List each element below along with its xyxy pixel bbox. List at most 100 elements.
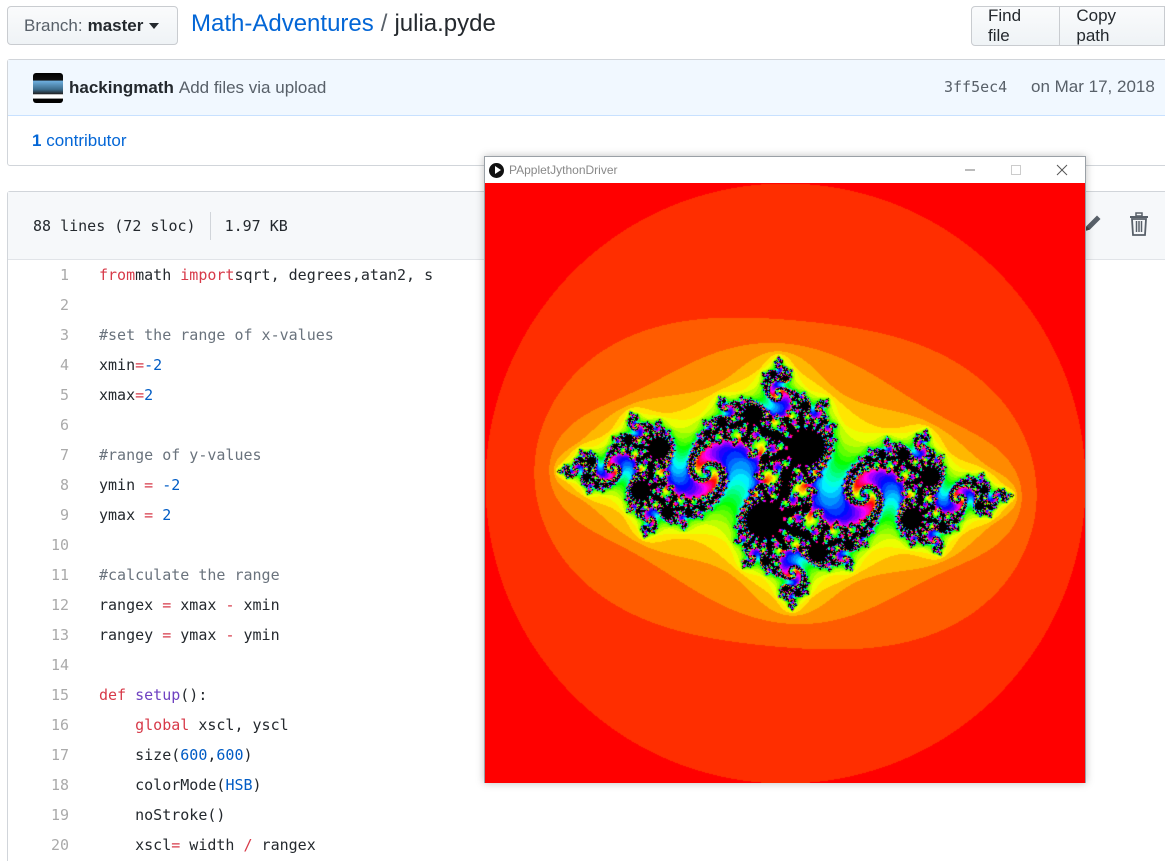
breadcrumb: Math-Adventures / julia.pyde — [191, 10, 496, 38]
code-token: #calculate the range — [99, 566, 280, 584]
line-number[interactable]: 3 — [8, 326, 69, 344]
line-content: rangex = xmax - xmin — [69, 596, 280, 614]
line-number[interactable]: 8 — [8, 476, 69, 494]
find-file-button[interactable]: Find file — [971, 6, 1061, 46]
line-number[interactable]: 10 — [8, 536, 69, 554]
line-content: colorMode(HSB) — [69, 776, 262, 794]
line-number[interactable]: 7 — [8, 446, 69, 464]
branch-selector[interactable]: Branch: master — [7, 6, 178, 45]
code-token: width — [180, 836, 244, 854]
line-number[interactable]: 16 — [8, 716, 69, 734]
code-token: 600 — [180, 746, 208, 764]
code-token: xmin — [234, 596, 280, 614]
code-token: setup — [135, 686, 181, 704]
line-content: global xscl, yscl — [69, 716, 289, 734]
code-token: ymin — [234, 626, 280, 644]
close-icon — [1056, 164, 1068, 176]
minimize-icon — [965, 169, 975, 171]
code-token: #range of y-values — [99, 446, 262, 464]
code-token: ymin — [99, 476, 145, 494]
repo-link[interactable]: Math-Adventures — [191, 10, 374, 38]
line-number[interactable]: 18 — [8, 776, 69, 794]
code-token: rangey — [99, 626, 163, 644]
code-token: xscl, yscl — [189, 716, 289, 734]
line-number[interactable]: 19 — [8, 806, 69, 824]
file-line-count: 88 lines (72 sloc) — [33, 216, 196, 235]
line-content: size(600,600) — [69, 746, 253, 764]
code-token: HSB — [225, 776, 253, 794]
line-number[interactable]: 11 — [8, 566, 69, 584]
line-content: #calculate the range — [69, 566, 280, 584]
line-number[interactable]: 6 — [8, 416, 69, 434]
code-token: size( — [99, 746, 181, 764]
sketch-window[interactable]: PAppletJythonDriver — [484, 156, 1086, 783]
code-line: 19 noStroke() — [8, 800, 1165, 830]
close-button[interactable] — [1039, 157, 1085, 183]
branch-value: master — [87, 15, 144, 35]
line-number[interactable]: 1 — [8, 266, 69, 284]
code-token: = — [162, 626, 172, 644]
code-token: import — [180, 266, 235, 284]
line-number[interactable]: 5 — [8, 386, 69, 404]
code-token: xmax — [171, 596, 226, 614]
copy-path-button[interactable]: Copy path — [1060, 6, 1165, 46]
code-token: ymax — [171, 626, 226, 644]
code-token: -2 — [144, 356, 163, 374]
sketch-window-titlebar[interactable]: PAppletJythonDriver — [485, 157, 1085, 183]
line-content: xmax=2 — [69, 386, 153, 404]
line-content: xscl= width / rangex — [69, 836, 316, 854]
line-content: ymax = 2 — [69, 506, 171, 524]
code-token: 2 — [153, 506, 172, 524]
line-content: xmin=-2 — [69, 356, 162, 374]
maximize-icon — [1011, 165, 1021, 175]
line-number[interactable]: 14 — [8, 656, 69, 674]
code-token: colorMode( — [99, 776, 226, 794]
breadcrumb-separator: / — [380, 10, 388, 37]
code-token: rangex — [99, 596, 163, 614]
code-token: = — [162, 596, 172, 614]
code-token: xmax — [99, 386, 136, 404]
code-token: 2 — [144, 386, 154, 404]
code-token: = — [135, 356, 145, 374]
minimize-button[interactable] — [947, 157, 993, 183]
line-number[interactable]: 17 — [8, 746, 69, 764]
line-number[interactable]: 9 — [8, 506, 69, 524]
avatar[interactable] — [33, 72, 63, 103]
line-number[interactable]: 4 — [8, 356, 69, 374]
code-line: 20 xscl= width / rangex — [8, 830, 1165, 860]
file-info-divider — [209, 211, 211, 240]
file-name: julia.pyde — [394, 10, 496, 37]
maximize-button[interactable] — [993, 157, 1039, 183]
line-number[interactable]: 15 — [8, 686, 69, 704]
julia-set-canvas[interactable] — [485, 183, 1085, 783]
code-token: math — [135, 266, 181, 284]
line-content: #range of y-values — [69, 446, 262, 464]
chevron-down-icon — [149, 22, 160, 29]
line-content: noStroke() — [69, 806, 225, 824]
line-number[interactable]: 2 — [8, 296, 69, 314]
commit-sha[interactable]: 3ff5ec4 — [944, 78, 1007, 96]
commit-date: on Mar 17, 2018 — [1031, 77, 1155, 96]
commit-author[interactable]: hackingmath — [69, 78, 174, 98]
file-actions — [1082, 212, 1149, 236]
line-number[interactable]: 13 — [8, 626, 69, 644]
processing-app-icon — [489, 162, 504, 178]
code-token: = — [135, 386, 145, 404]
line-number[interactable]: 20 — [8, 836, 69, 854]
code-token: global — [135, 716, 190, 734]
code-token: 600 — [216, 746, 244, 764]
code-token: ) — [243, 746, 253, 764]
code-token: noStroke() — [99, 806, 226, 824]
code-token: ) — [252, 776, 262, 794]
commit-message[interactable]: Add files via upload — [179, 78, 326, 98]
sketch-window-title: PAppletJythonDriver — [509, 163, 618, 177]
line-content: #set the range of x-values — [69, 326, 334, 344]
branch-label: Branch: — [24, 15, 83, 35]
line-number[interactable]: 12 — [8, 596, 69, 614]
line-content: frommath importsqrt, degrees,atan2, s — [69, 266, 433, 284]
code-token: from — [99, 266, 136, 284]
trash-icon[interactable] — [1129, 212, 1149, 236]
code-token: -2 — [153, 476, 181, 494]
